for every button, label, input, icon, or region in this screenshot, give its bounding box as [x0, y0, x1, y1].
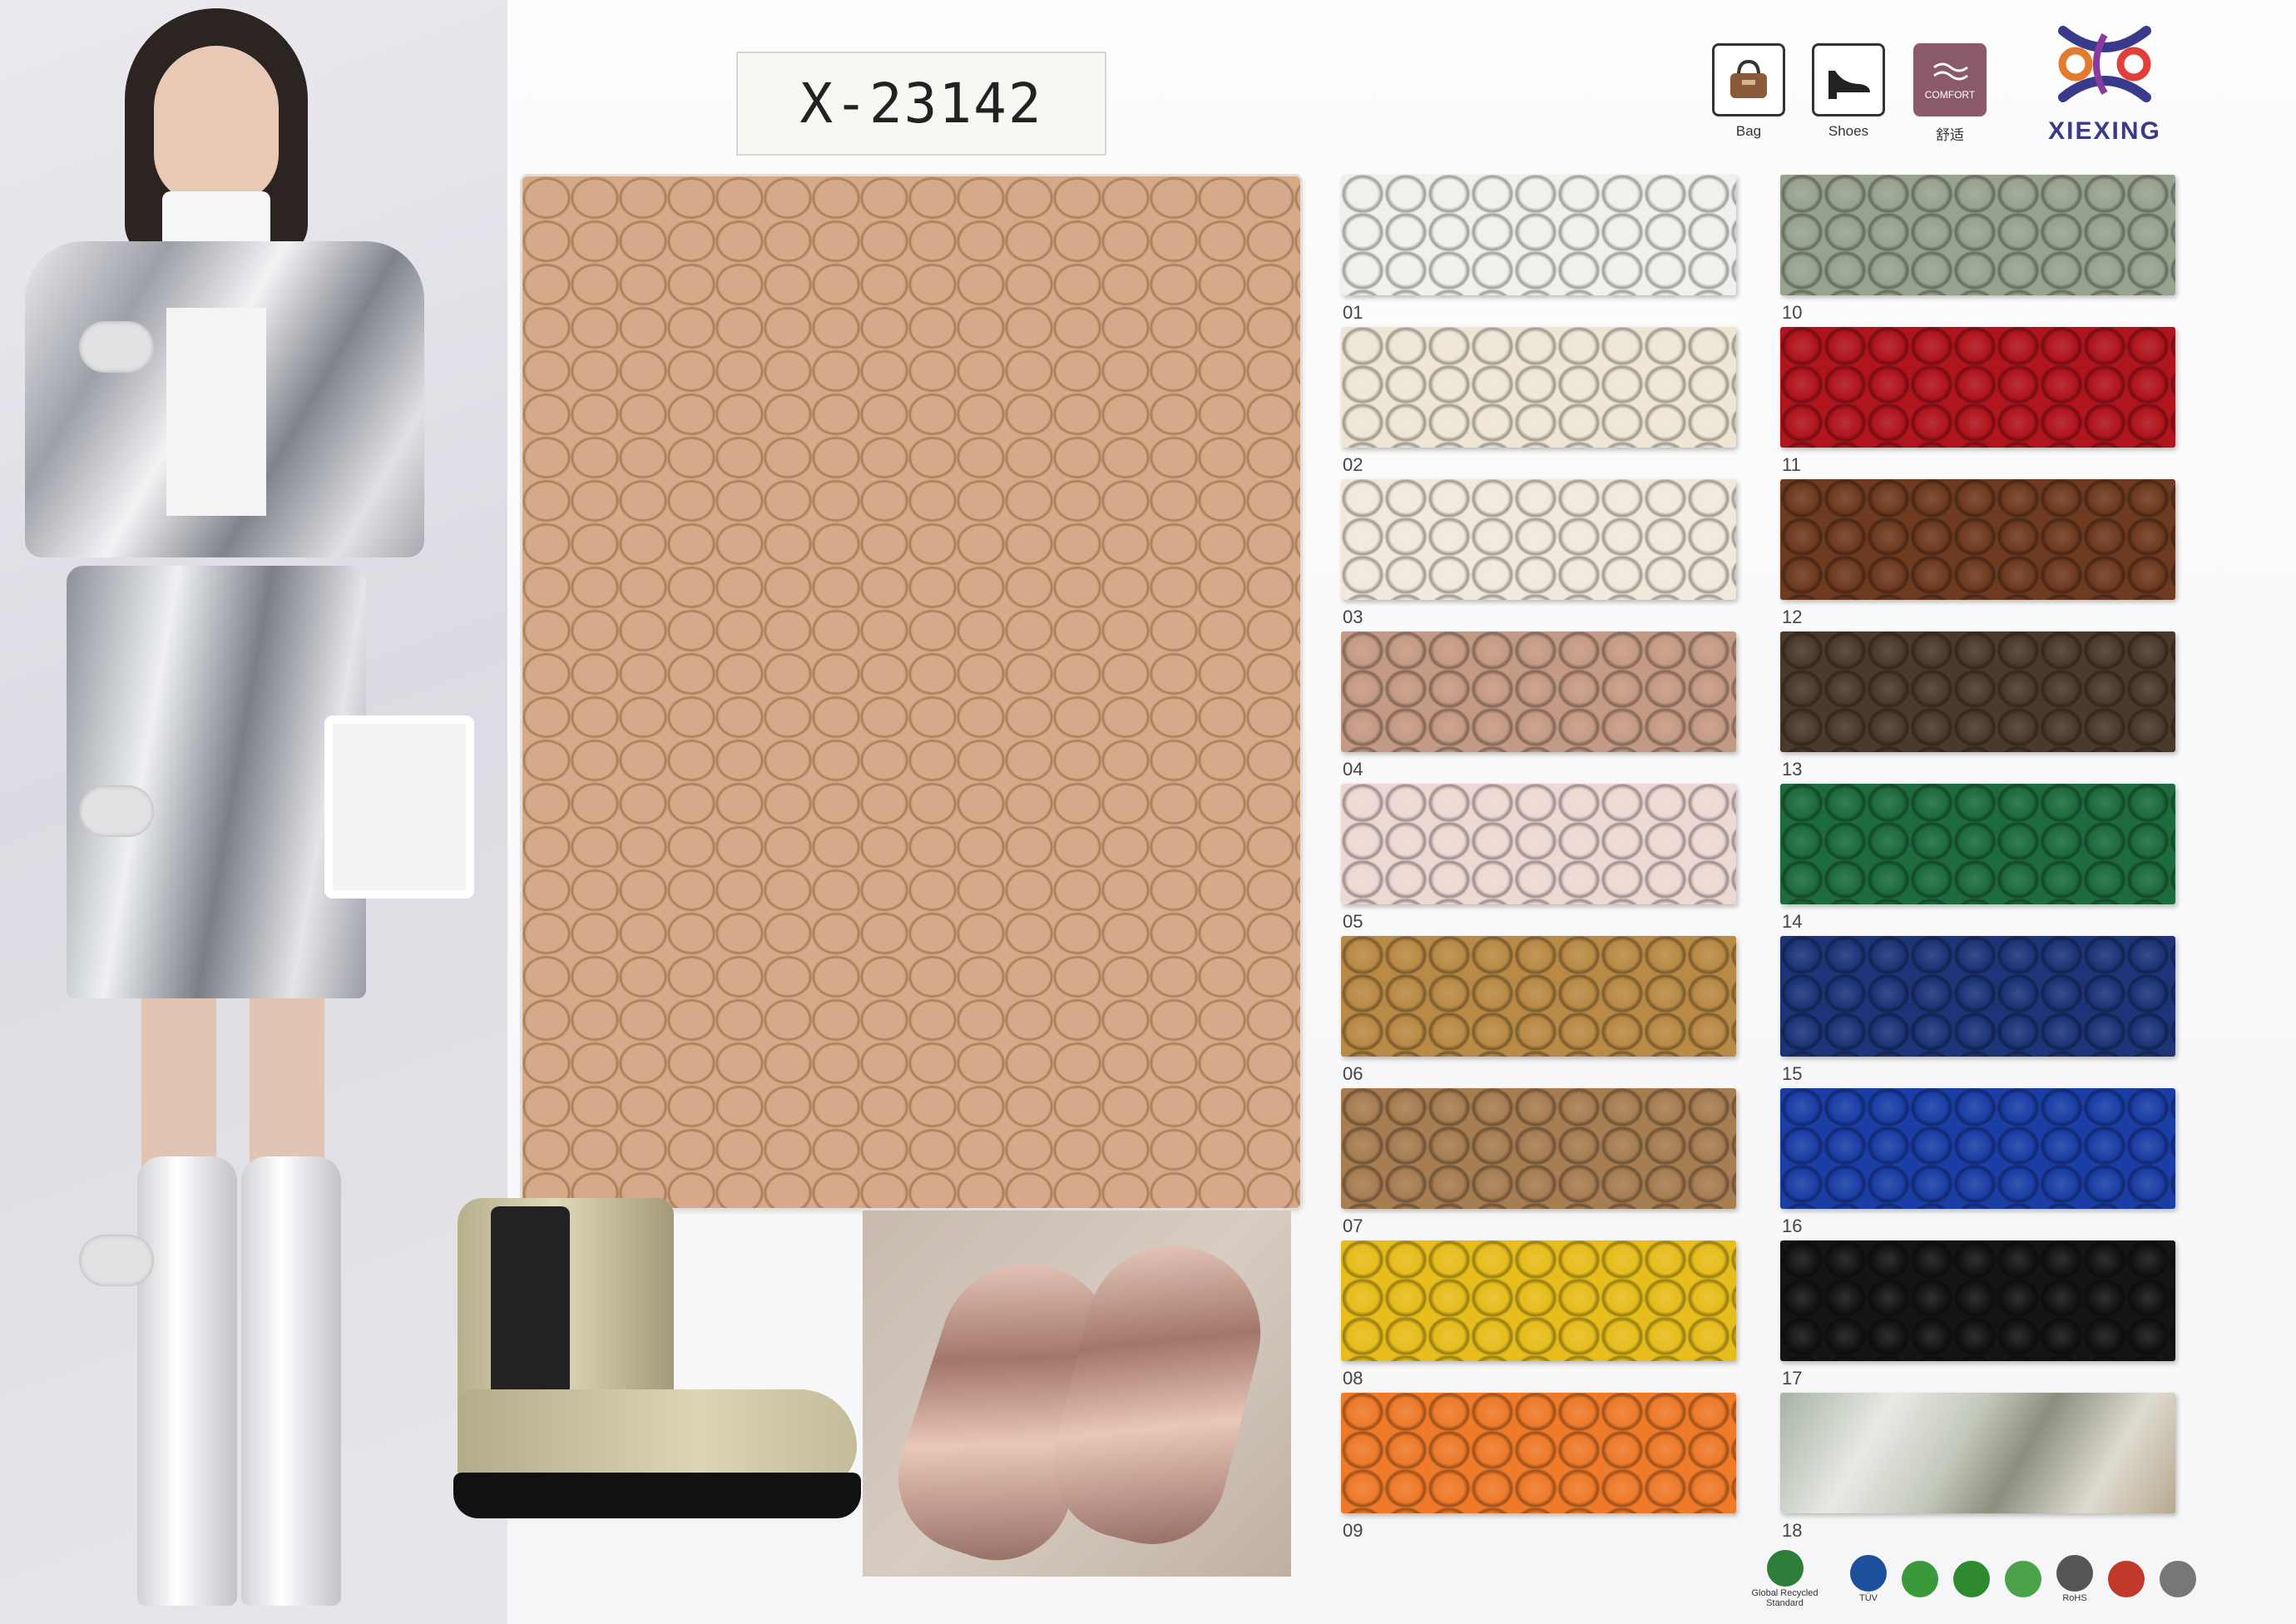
swatch-17	[1780, 1240, 2175, 1361]
model-photo	[0, 0, 507, 1624]
boot-sole	[453, 1473, 861, 1518]
swatch-13	[1780, 631, 2175, 752]
swatch-06	[1341, 936, 1736, 1057]
loafer-photo	[863, 1211, 1291, 1577]
swatch-03	[1341, 479, 1736, 600]
certification-label: Global Recycled Standard	[1751, 1588, 1818, 1608]
swatch-09	[1341, 1393, 1736, 1513]
swatch-04	[1341, 631, 1736, 752]
swatch-number-17: 17	[1782, 1368, 1803, 1389]
swatch-18	[1780, 1393, 2175, 1513]
brand-logo: XIEXING	[2030, 18, 2180, 146]
product-code: X-23142	[799, 72, 1043, 136]
model-face	[154, 46, 279, 204]
rohs-icon	[2056, 1555, 2093, 1592]
chelsea-boot-photo	[433, 1190, 865, 1539]
certification-label: RoHS	[2062, 1593, 2087, 1603]
shoe-icon	[1812, 43, 1885, 116]
swatch-number-13: 13	[1782, 759, 1803, 780]
main-leather-swatch	[522, 176, 1300, 1208]
certification-leaf-icon	[1902, 1561, 1938, 1597]
usage-label-bag: Bag	[1735, 123, 1762, 139]
swatch-number-15: 15	[1782, 1063, 1803, 1084]
swatch-05	[1341, 784, 1736, 904]
swatch-number-07: 07	[1343, 1216, 1363, 1236]
swatch-15	[1780, 936, 2175, 1057]
brand-name: XIEXING	[2048, 117, 2161, 145]
swatch-07	[1341, 1088, 1736, 1209]
usage-label-comfort: 舒适	[1936, 127, 1964, 143]
certification-tuv-icon: TÜV	[1850, 1555, 1887, 1603]
leaf-icon	[1902, 1561, 1938, 1597]
tuv-icon	[1850, 1555, 1887, 1592]
swatch-11	[1780, 327, 2175, 448]
swatch-number-14: 14	[1782, 911, 1803, 932]
comfort-icon: COMFORT	[1913, 43, 1987, 116]
swatch-number-18: 18	[1782, 1520, 1803, 1541]
white-boot-left	[137, 1156, 237, 1606]
usage-comfort: COMFORT 舒适	[1910, 43, 1990, 144]
swatch-10	[1780, 175, 2175, 295]
eco-icon	[2005, 1561, 2041, 1597]
swatch-number-04: 04	[1343, 759, 1363, 780]
binder-hole-bottom	[79, 1235, 154, 1286]
swatch-12	[1780, 479, 2175, 600]
xiexing-logo-icon	[2058, 26, 2151, 102]
swatch-16	[1780, 1088, 2175, 1209]
swatch-number-08: 08	[1343, 1368, 1363, 1389]
swatch-number-03: 03	[1343, 607, 1363, 627]
grs-icon	[1766, 1550, 1804, 1587]
swatch-14	[1780, 784, 2175, 904]
usage-bag: Bag	[1709, 43, 1789, 140]
usage-label-shoes: Shoes	[1828, 123, 1869, 139]
swatch-number-02: 02	[1343, 454, 1363, 475]
white-top	[166, 308, 266, 516]
binder-hole-top	[79, 321, 154, 373]
certification-recycle-icon	[2108, 1561, 2145, 1597]
certification-check-icon	[1953, 1561, 1990, 1597]
swatch-number-16: 16	[1782, 1216, 1803, 1236]
recycle-icon	[2108, 1561, 2145, 1597]
swatch-card: X-23142 Bag Shoes COMFORT 舒适 XIEXING 01 …	[0, 0, 2296, 1624]
certification-rohs-icon: RoHS	[2056, 1555, 2093, 1603]
metallic-skirt	[67, 566, 366, 998]
comfort-badge-text: COMFORT	[1924, 89, 1976, 101]
certification-row: Global Recycled Standard TÜV RoHS	[1734, 1550, 2196, 1608]
swatch-number-11: 11	[1782, 454, 1801, 475]
white-handbag	[324, 715, 474, 899]
white-boot-right	[241, 1156, 341, 1606]
swatch-01	[1341, 175, 1736, 295]
swatch-number-12: 12	[1782, 607, 1803, 627]
certification-eco-icon	[2005, 1561, 2041, 1597]
binder-hole-middle	[79, 785, 154, 837]
swatch-number-05: 05	[1343, 911, 1363, 932]
swatch-number-01: 01	[1343, 302, 1363, 323]
swatch-number-09: 09	[1343, 1520, 1363, 1541]
swatch-number-06: 06	[1343, 1063, 1363, 1084]
usage-shoes: Shoes	[1809, 43, 1888, 140]
swatch-number-10: 10	[1782, 302, 1803, 323]
reach-icon	[2160, 1561, 2196, 1597]
check-icon	[1953, 1561, 1990, 1597]
certification-grs-icon: Global Recycled Standard	[1734, 1550, 1835, 1608]
certification-reach-icon	[2160, 1561, 2196, 1597]
swatch-08	[1341, 1240, 1736, 1361]
product-code-label: X-23142	[736, 52, 1106, 156]
handbag-icon	[1712, 43, 1785, 116]
certification-label: TÜV	[1859, 1593, 1878, 1603]
swatch-02	[1341, 327, 1736, 448]
